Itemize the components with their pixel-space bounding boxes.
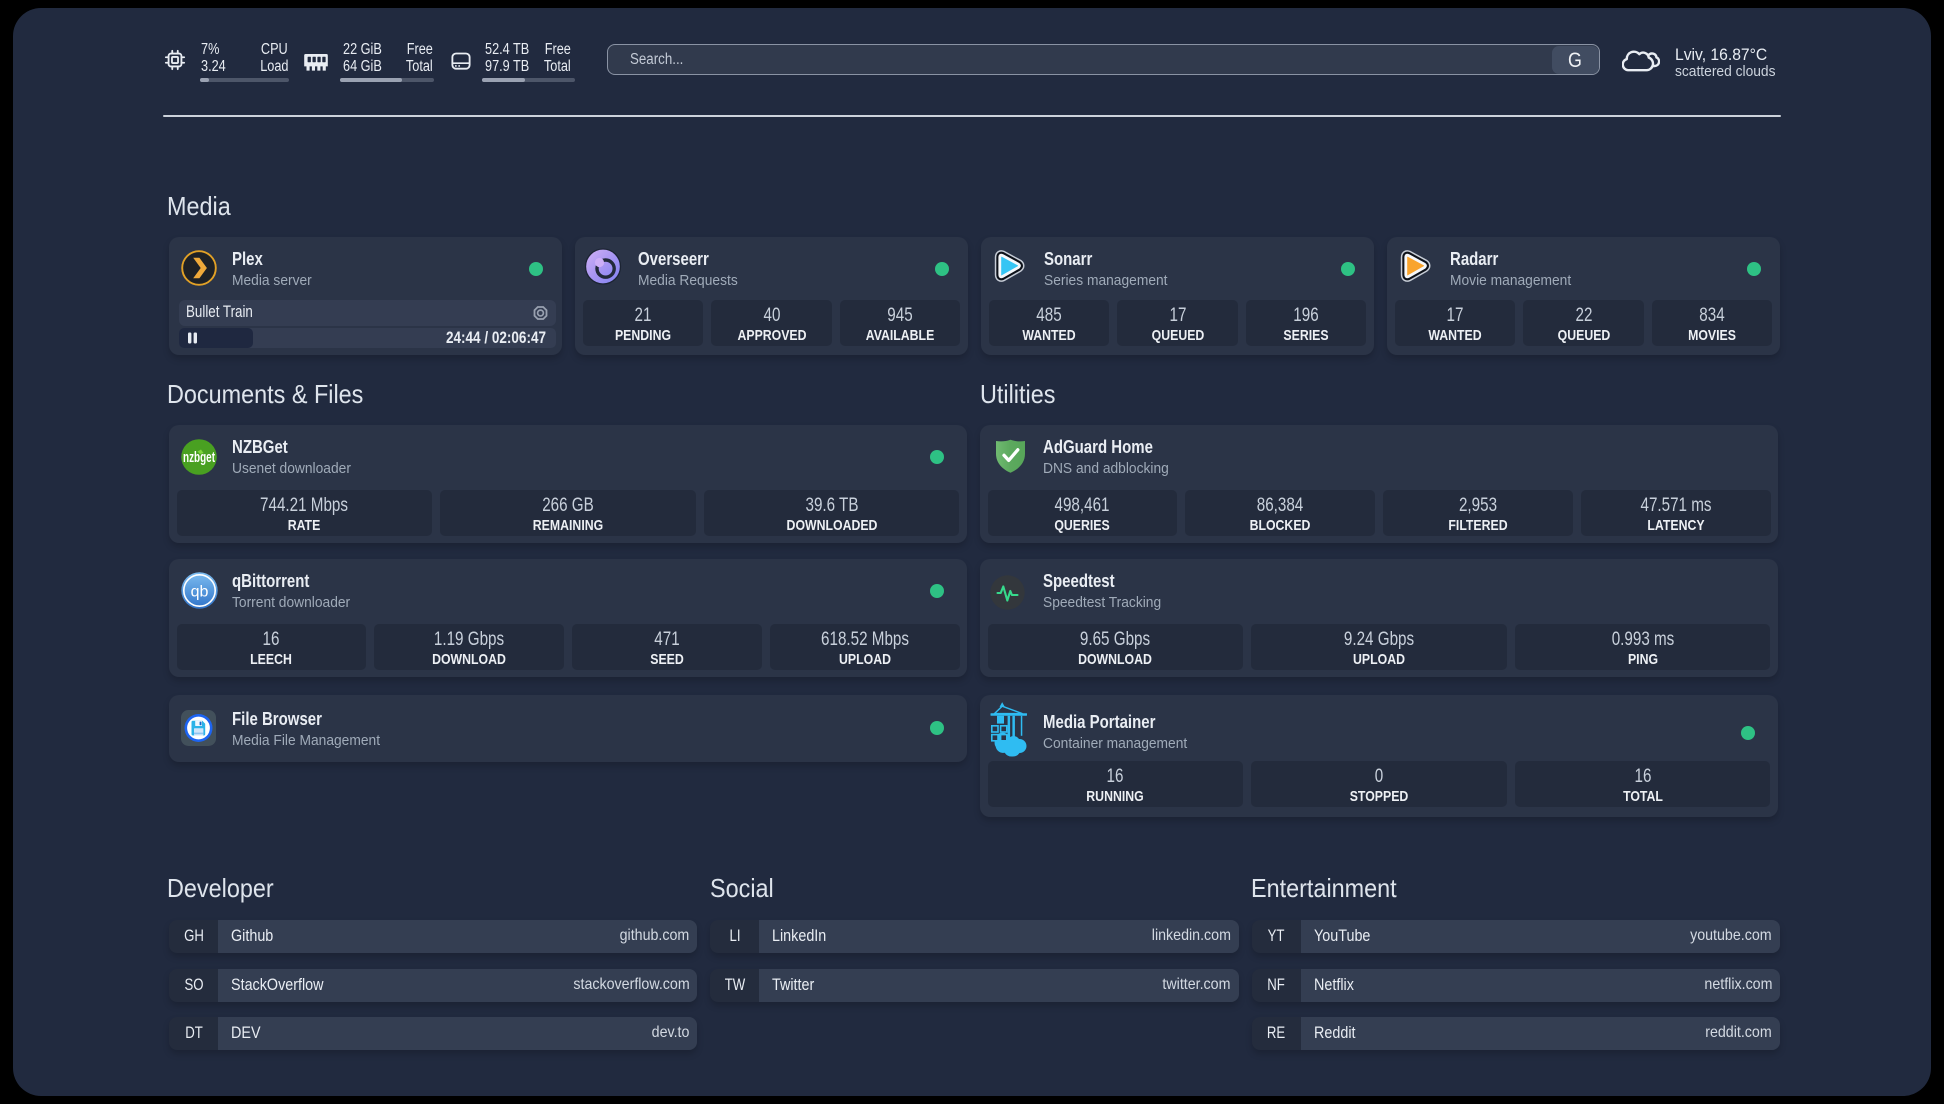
svg-text:qb: qb [191,583,209,600]
svg-text:nzbget: nzbget [183,450,215,466]
